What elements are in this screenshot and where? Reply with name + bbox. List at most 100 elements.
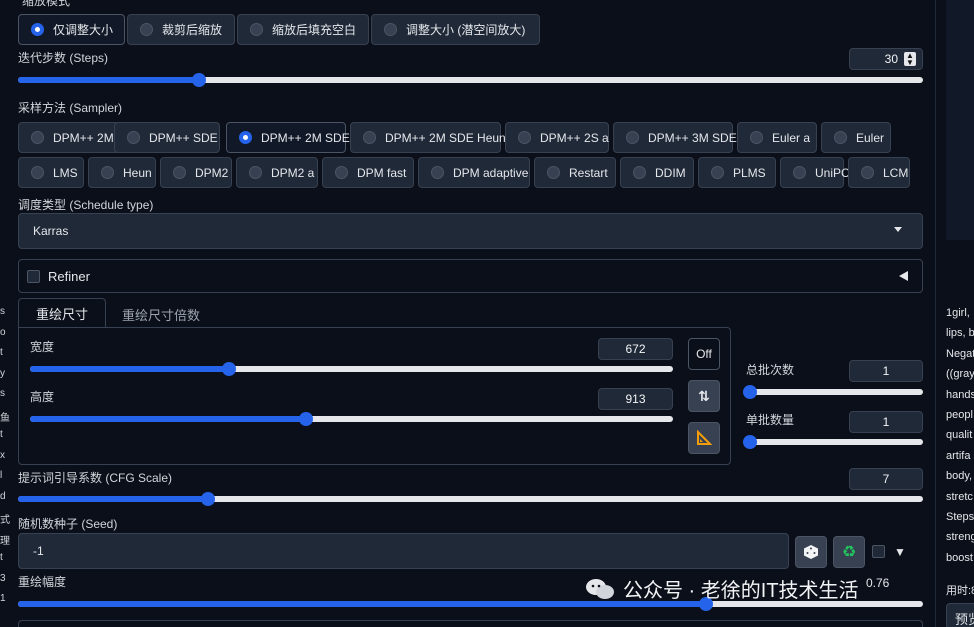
sampler-option[interactable]: UniPC bbox=[780, 157, 850, 188]
radio-icon bbox=[547, 166, 560, 179]
preview-button[interactable]: 预览 bbox=[946, 603, 974, 627]
resize-option-4[interactable]: 调整大小 (潜空间放大) bbox=[371, 14, 540, 45]
sampler-option[interactable]: DPM2 a bbox=[236, 157, 318, 188]
refiner-checkbox[interactable] bbox=[27, 270, 40, 283]
extra-seed-checkbox[interactable] bbox=[872, 545, 885, 558]
random-seed-button[interactable] bbox=[795, 536, 827, 568]
sampler-option[interactable]: Restart bbox=[534, 157, 616, 188]
collapse-arrow-icon[interactable] bbox=[899, 271, 908, 281]
generation-info-line: 1girl, bbox=[946, 307, 970, 319]
schedule-label: 调度类型 (Schedule type) bbox=[18, 198, 154, 212]
tab-scale[interactable]: 重绘尺寸倍数 bbox=[122, 305, 200, 324]
wechat-logo-icon bbox=[586, 578, 614, 599]
swap-dimensions-button[interactable]: ⇅ bbox=[688, 380, 720, 412]
schedule-select[interactable]: Karras bbox=[18, 213, 923, 249]
sampler-label: 采样方法 (Sampler) bbox=[18, 101, 123, 115]
sampler-option-label: Euler bbox=[856, 130, 885, 145]
sampler-option-label: DPM++ 3M SDE bbox=[648, 130, 737, 145]
refiner-accordion[interactable]: Refiner bbox=[18, 259, 923, 293]
sampler-option-label: DPM2 bbox=[195, 165, 229, 180]
radio-icon bbox=[335, 166, 348, 179]
sampler-option-label: UniPC bbox=[815, 165, 850, 180]
sampler-option[interactable]: DPM++ 2M bbox=[18, 122, 128, 153]
denoise-label: 重绘幅度 bbox=[18, 575, 67, 589]
cfg-slider[interactable] bbox=[18, 492, 923, 506]
sampler-option[interactable]: Euler bbox=[821, 122, 891, 153]
batch-size-slider[interactable] bbox=[743, 435, 923, 449]
sampler-option[interactable]: DPM++ 2M SDE bbox=[226, 122, 350, 153]
refiner-label: Refiner bbox=[48, 269, 90, 284]
left-panel-text: y bbox=[0, 367, 5, 379]
generation-info-line: stretc bbox=[946, 490, 973, 503]
seed-value: -1 bbox=[33, 544, 44, 558]
sampler-option[interactable]: DPM2 bbox=[160, 157, 232, 188]
schedule-value: Karras bbox=[33, 224, 69, 238]
spinner-icon[interactable]: ▲ ▼ bbox=[904, 52, 916, 67]
denoise-value[interactable]: 0.76 bbox=[866, 576, 889, 590]
sampler-option[interactable]: DPM adaptive bbox=[418, 157, 530, 188]
seed-input[interactable]: -1 bbox=[18, 533, 789, 569]
left-panel-text: d bbox=[0, 490, 6, 502]
sampler-option-label: DPM adaptive bbox=[453, 165, 529, 180]
radio-icon bbox=[363, 131, 376, 144]
batch-count-label: 总批次数 bbox=[746, 363, 795, 377]
left-panel-text: x bbox=[0, 449, 5, 461]
reuse-seed-button[interactable]: ♻ bbox=[833, 536, 865, 568]
radio-icon bbox=[626, 131, 639, 144]
height-slider[interactable] bbox=[30, 412, 673, 426]
radio-icon bbox=[127, 131, 140, 144]
sampler-option-label: DPM2 a bbox=[271, 165, 315, 180]
sampler-option[interactable]: Euler a bbox=[737, 122, 817, 153]
resize-option-3[interactable]: 缩放后填充空白 bbox=[237, 14, 369, 45]
cfg-input[interactable]: 7 bbox=[849, 468, 923, 490]
batch-count-input[interactable]: 1 bbox=[849, 360, 923, 382]
sampler-option[interactable]: DPM fast bbox=[322, 157, 414, 188]
radio-icon bbox=[793, 166, 806, 179]
generation-info-line: lips, b bbox=[946, 327, 974, 340]
slider-thumb[interactable] bbox=[201, 492, 216, 506]
steps-value: 30 bbox=[884, 52, 898, 66]
resize-option-2[interactable]: 裁剪后缩放 bbox=[127, 14, 235, 45]
resize-option-1[interactable]: 仅调整大小 bbox=[18, 14, 125, 45]
width-slider[interactable] bbox=[30, 362, 673, 376]
batch-size-input[interactable]: 1 bbox=[849, 411, 923, 433]
width-value: 672 bbox=[625, 342, 646, 356]
generation-info-line: peopl bbox=[946, 409, 973, 421]
tab-size[interactable]: 重绘尺寸 bbox=[18, 298, 106, 328]
resize-mode-label: 缩放模式 bbox=[22, 0, 71, 8]
steps-slider[interactable] bbox=[18, 73, 923, 87]
batch-size-value: 1 bbox=[882, 415, 890, 429]
chevron-down-icon bbox=[894, 227, 902, 232]
slider-thumb[interactable] bbox=[743, 435, 757, 449]
slider-thumb[interactable] bbox=[743, 385, 757, 399]
sampler-option[interactable]: DPM++ 2S a bbox=[505, 122, 609, 153]
sampler-option[interactable]: DPM++ 2M SDE Heun bbox=[350, 122, 506, 153]
sampler-option[interactable]: LCM bbox=[848, 157, 910, 188]
radio-icon bbox=[861, 166, 874, 179]
sampler-option[interactable]: DPM++ SDE bbox=[114, 122, 220, 153]
radio-icon bbox=[249, 166, 262, 179]
sampler-option[interactable]: DPM++ 3M SDE bbox=[613, 122, 737, 153]
height-label: 高度 bbox=[30, 390, 55, 404]
width-label: 宽度 bbox=[30, 340, 55, 354]
generation-info-line: artifa bbox=[946, 449, 971, 462]
sampler-option[interactable]: PLMS bbox=[698, 157, 776, 188]
sampler-option[interactable]: Heun bbox=[88, 157, 156, 188]
sampler-option[interactable]: DDIM bbox=[620, 157, 694, 188]
left-panel-text: s bbox=[0, 306, 5, 317]
aspect-ratio-button[interactable] bbox=[688, 422, 720, 454]
width-input[interactable]: 672 bbox=[598, 338, 673, 360]
off-button[interactable]: Off bbox=[688, 338, 720, 370]
resize-option-label: 调整大小 (潜空间放大) bbox=[406, 23, 526, 37]
height-input[interactable]: 913 bbox=[598, 388, 673, 410]
sampler-option-label: DPM fast bbox=[357, 165, 407, 180]
left-panel-text: 3 bbox=[0, 572, 6, 584]
steps-input[interactable]: 30 ▲ ▼ bbox=[849, 48, 923, 70]
expand-triangle-icon[interactable]: ▼ bbox=[894, 545, 906, 559]
radio-icon bbox=[711, 166, 724, 179]
batch-count-slider[interactable] bbox=[743, 385, 923, 399]
sampler-option[interactable]: LMS bbox=[18, 157, 84, 188]
slider-thumb[interactable] bbox=[192, 73, 206, 87]
triangle-ruler-icon bbox=[697, 430, 712, 445]
watermark: 公众号 · 老徐的IT技术生活 bbox=[585, 574, 859, 603]
